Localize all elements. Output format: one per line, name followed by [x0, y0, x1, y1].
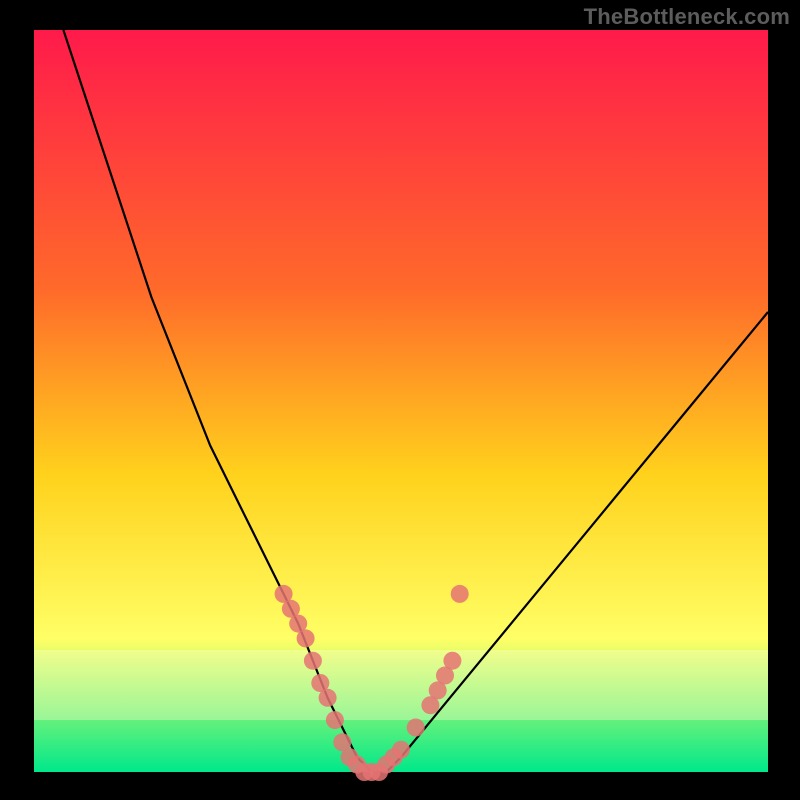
curve-marker — [304, 652, 322, 670]
curve-marker — [297, 629, 315, 647]
bottleneck-chart — [0, 0, 800, 800]
curve-marker — [326, 711, 344, 729]
curve-marker — [443, 652, 461, 670]
curve-marker — [451, 585, 469, 603]
curve-marker — [319, 689, 337, 707]
curve-marker — [392, 741, 410, 759]
curve-marker — [407, 719, 425, 737]
pale-band — [34, 650, 768, 720]
chart-frame: TheBottleneck.com — [0, 0, 800, 800]
watermark-text: TheBottleneck.com — [584, 4, 790, 30]
